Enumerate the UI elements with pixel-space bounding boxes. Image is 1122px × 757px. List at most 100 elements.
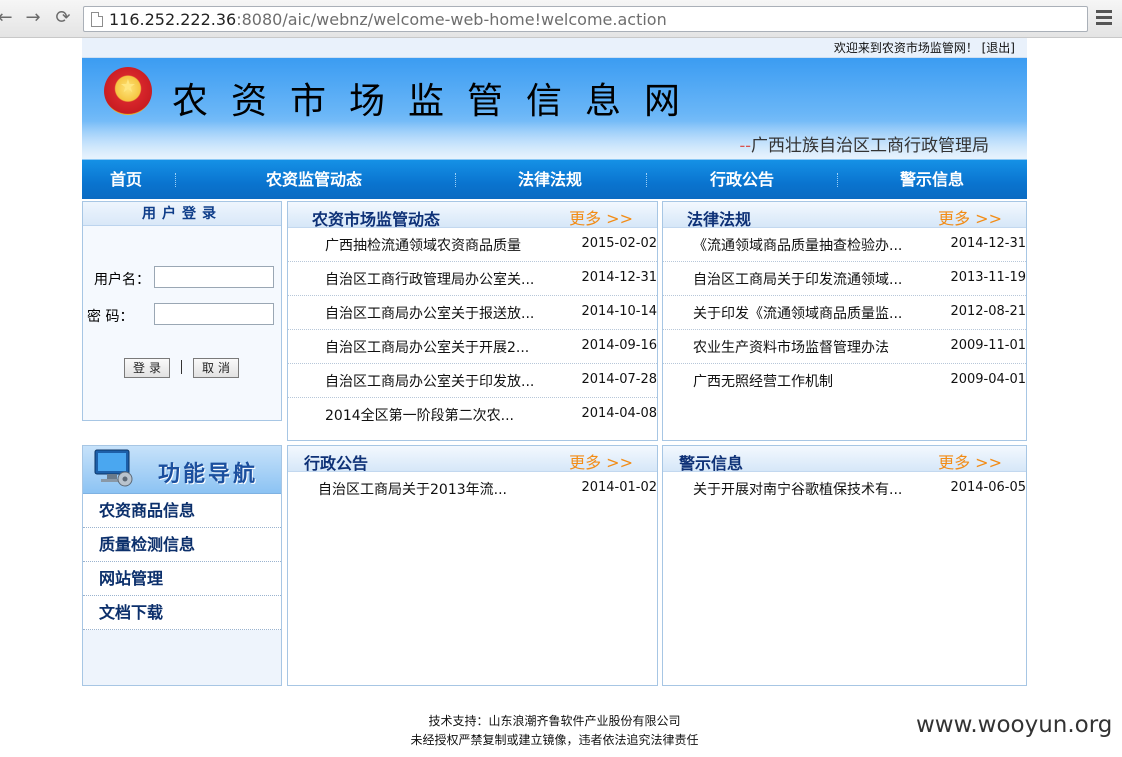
address-bar[interactable]: 116.252.222.36:8080/aic/webnz/welcome-we… (83, 6, 1088, 32)
more-link[interactable]: 更多 >> (569, 205, 633, 229)
news-date: 2014-12-31 (950, 236, 1026, 251)
list-item: 自治区工商局办公室关于印发放... 2014-07-28 (288, 364, 657, 398)
news-link[interactable]: 自治区工商局办公室关于报送放... (325, 303, 534, 323)
url-path: :8080/aic/webnz/welcome-web-home!welcome… (236, 10, 667, 29)
menu-icon[interactable] (1096, 10, 1112, 26)
news-link[interactable]: 自治区工商行政管理局办公室关... (325, 269, 534, 289)
news-date: 2014-07-28 (581, 372, 657, 387)
news-date: 2014-01-02 (581, 480, 657, 495)
nav-separator (175, 173, 176, 187)
news-link[interactable]: 广西无照经营工作机制 (693, 371, 833, 391)
func-item-products[interactable]: 农资商品信息 (83, 494, 281, 528)
list-item: 2014全区第一阶段第二次农... 2014-04-08 (288, 398, 657, 432)
cancel-button[interactable]: 取消 (193, 358, 239, 378)
panel-title: 警示信息 (679, 454, 744, 473)
panel-title: 农资市场监管动态 (312, 210, 441, 229)
news-date: 2013-11-19 (950, 270, 1026, 285)
func-item-quality[interactable]: 质量检测信息 (83, 528, 281, 562)
footer-copyright: 未经授权严禁复制或建立镜像，违者依法追究法律责任 (410, 733, 699, 747)
list-item: 自治区工商局办公室关于报送放... 2014-10-14 (288, 296, 657, 330)
news-date: 2009-04-01 (950, 372, 1026, 387)
function-nav-title: 功能导航 (158, 462, 259, 487)
agency-text: 广西壮族自治区工商行政管理局 (751, 136, 989, 156)
warnings-panel: 警示信息 更多 >> 关于开展对南宁谷歌植保技术有... 2014-06-05 (662, 445, 1027, 686)
nav-laws[interactable]: 法律法规 (518, 160, 582, 200)
news-date: 2014-12-31 (581, 270, 657, 285)
laws-panel: 法律法规 更多 >> 《流通领域商品质量抽查检验办... 2014-12-31 自… (662, 201, 1027, 441)
reload-icon[interactable]: ⟳ (52, 7, 74, 29)
nav-separator (837, 173, 838, 187)
url-text[interactable]: 116.252.222.36:8080/aic/webnz/welcome-we… (109, 10, 667, 29)
news-date: 2014-06-05 (950, 480, 1026, 495)
news-date: 2009-11-01 (950, 338, 1026, 353)
nav-dynamics[interactable]: 农资监管动态 (266, 160, 362, 200)
function-nav-header: 功能导航 (83, 446, 281, 494)
url-host: 116.252.222.36 (109, 10, 237, 29)
list-item: 自治区工商局办公室关于开展2... 2014-09-16 (288, 330, 657, 364)
national-emblem-icon (104, 67, 152, 115)
forward-icon[interactable]: → (22, 7, 44, 29)
site-banner: 农资市场监管信息网 --广西壮族自治区工商行政管理局 (82, 58, 1027, 159)
agency-dash: -- (739, 136, 752, 156)
list-item: 自治区工商行政管理局办公室关... 2014-12-31 (288, 262, 657, 296)
password-label: 密 码： (87, 309, 134, 325)
panel-header: 法律法规 更多 >> (663, 202, 1026, 229)
panel-header: 行政公告 更多 >> (288, 446, 657, 473)
agency-name: --广西壮族自治区工商行政管理局 (740, 131, 990, 156)
username-row: 用户名： (83, 266, 281, 288)
password-row: 密 码： (83, 303, 281, 325)
func-item-site-admin[interactable]: 网站管理 (83, 562, 281, 596)
more-link[interactable]: 更多 >> (938, 449, 1002, 473)
back-icon[interactable]: ← (0, 7, 16, 29)
browser-toolbar: ← → ⟳ 116.252.222.36:8080/aic/webnz/welc… (0, 0, 1122, 38)
list-item: 《流通领域商品质量抽查检验办... 2014-12-31 (663, 228, 1026, 262)
more-link[interactable]: 更多 >> (938, 205, 1002, 229)
password-input[interactable] (154, 303, 274, 325)
news-date: 2014-09-16 (581, 338, 657, 353)
nav-warnings[interactable]: 警示信息 (900, 160, 964, 200)
page: 欢迎来到农资市场监管网！ [退出] 农资市场监管信息网 --广西壮族自治区工商行… (82, 38, 1027, 686)
panel-header: 农资市场监管动态 更多 >> (288, 202, 657, 229)
nav-separator (455, 173, 456, 187)
news-link[interactable]: 关于印发《流通领域商品质量监... (693, 303, 902, 323)
list-item: 广西无照经营工作机制 2009-04-01 (663, 364, 1026, 398)
news-date: 2014-10-14 (581, 304, 657, 319)
monitor-gear-icon (94, 449, 133, 487)
news-link[interactable]: 自治区工商局关于印发流通领域... (693, 269, 902, 289)
news-link[interactable]: 自治区工商局办公室关于印发放... (325, 371, 534, 391)
news-link[interactable]: 《流通领域商品质量抽查检验办... (693, 235, 902, 255)
news-link[interactable]: 农业生产资料市场监督管理办法 (693, 337, 889, 357)
nav-separator (646, 173, 647, 187)
panel-title: 法律法规 (687, 210, 752, 229)
list-item: 关于印发《流通领域商品质量监... 2012-08-21 (663, 296, 1026, 330)
button-separator (181, 360, 182, 374)
func-item-downloads[interactable]: 文档下载 (83, 596, 281, 630)
site-title: 农资市场监管信息网 (172, 81, 704, 122)
footer: 技术支持：山东浪潮齐鲁软件产业股份有限公司 未经授权严禁复制或建立镜像，违者依法… (82, 712, 1027, 750)
login-panel: 用户登录 用户名： 密 码： 登录 取消 (82, 201, 282, 421)
username-label: 用户名： (94, 272, 150, 288)
news-link[interactable]: 自治区工商局关于2013年流... (318, 479, 507, 499)
notices-panel: 行政公告 更多 >> 自治区工商局关于2013年流... 2014-01-02 (287, 445, 658, 686)
news-date: 2015-02-02 (581, 236, 657, 251)
welcome-text[interactable]: 欢迎来到农资市场监管网！ [退出] (834, 41, 1015, 55)
nav-notices[interactable]: 行政公告 (710, 160, 774, 200)
login-button[interactable]: 登录 (124, 358, 170, 378)
list-item: 关于开展对南宁谷歌植保技术有... 2014-06-05 (663, 472, 1026, 506)
news-link[interactable]: 自治区工商局办公室关于开展2... (325, 337, 529, 357)
news-date: 2012-08-21 (950, 304, 1026, 319)
nav-home[interactable]: 首页 (110, 160, 142, 200)
more-link[interactable]: 更多 >> (569, 449, 633, 473)
dynamics-panel: 农资市场监管动态 更多 >> 广西抽检流通领域农资商品质量 2015-02-02 … (287, 201, 658, 441)
login-title: 用户登录 (83, 202, 281, 226)
panel-title: 行政公告 (304, 454, 369, 473)
news-date: 2014-04-08 (581, 406, 657, 421)
news-link[interactable]: 广西抽检流通领域农资商品质量 (325, 235, 521, 255)
welcome-bar: 欢迎来到农资市场监管网！ [退出] (82, 38, 1027, 58)
footer-support: 技术支持：山东浪潮齐鲁软件产业股份有限公司 (428, 714, 681, 728)
list-item: 广西抽检流通领域农资商品质量 2015-02-02 (288, 228, 657, 262)
page-icon (91, 12, 103, 27)
news-link[interactable]: 关于开展对南宁谷歌植保技术有... (693, 479, 902, 499)
news-link[interactable]: 2014全区第一阶段第二次农... (325, 405, 514, 425)
username-input[interactable] (154, 266, 274, 288)
